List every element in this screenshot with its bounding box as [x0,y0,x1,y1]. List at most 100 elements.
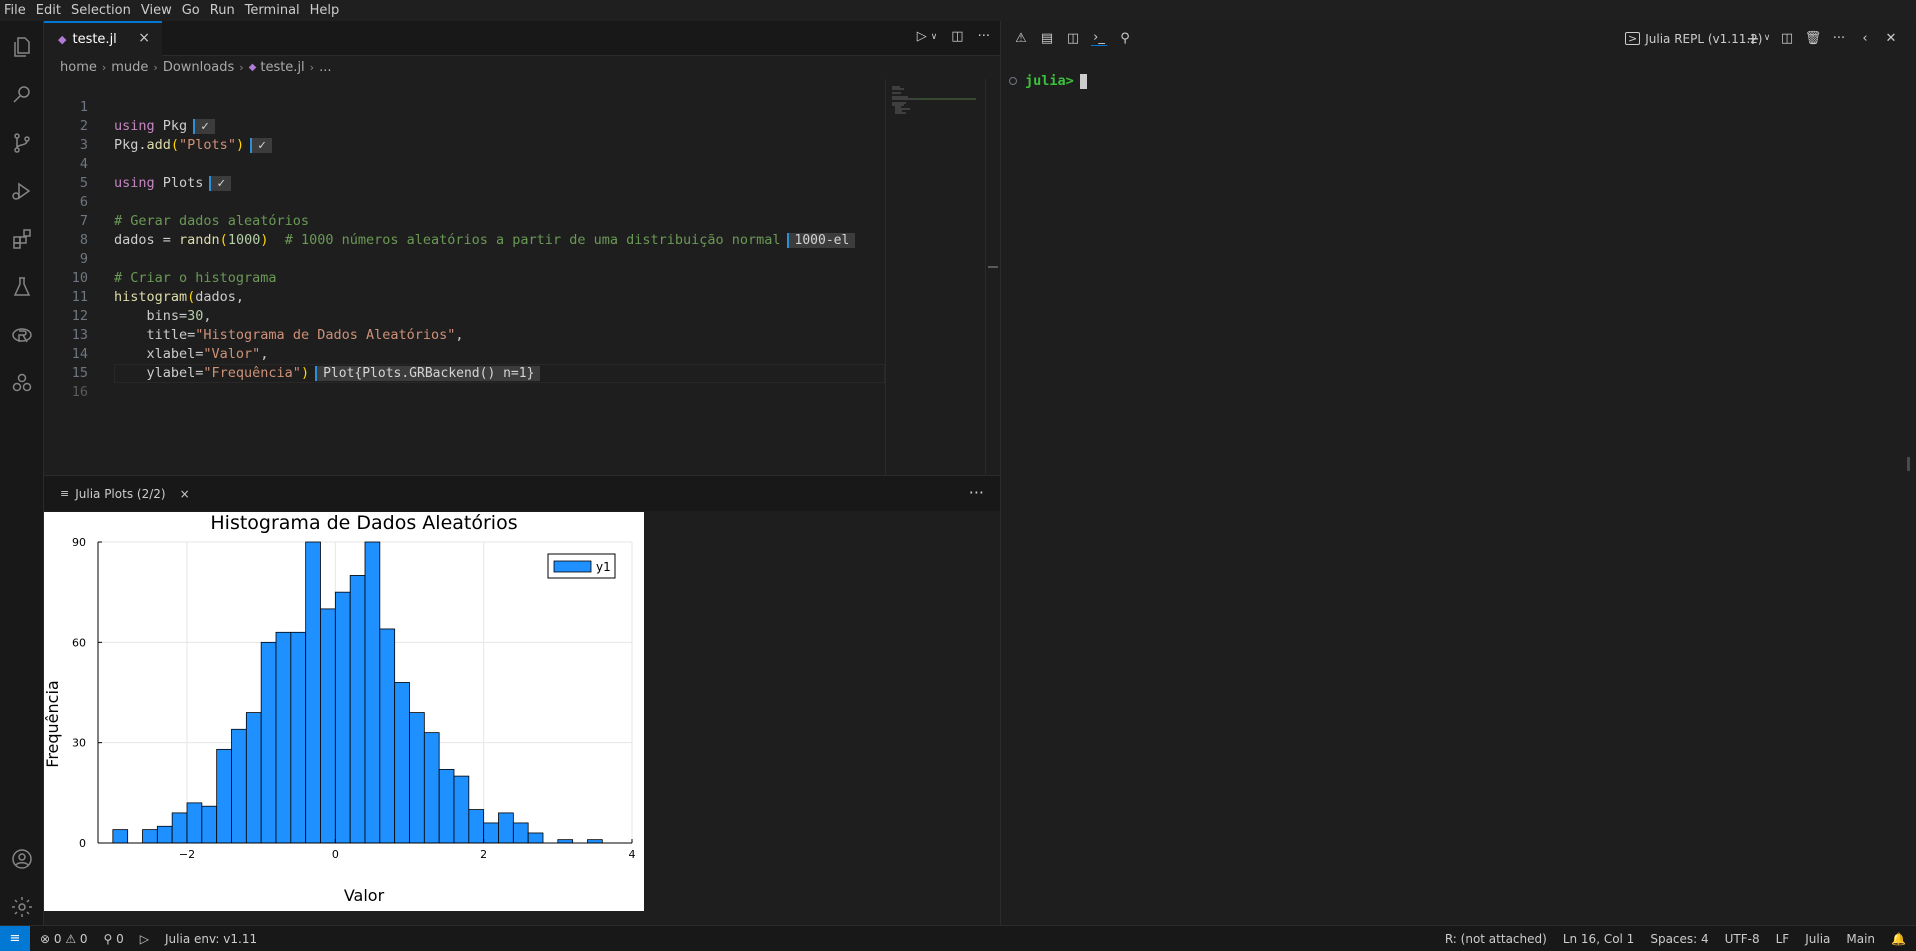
ports-status[interactable]: ⚲ 0 [104,932,124,946]
account-icon[interactable] [8,845,36,873]
source-control-icon[interactable] [8,129,36,157]
menu-terminal[interactable]: Terminal [241,0,306,21]
chart-title: Histograma de Dados Aleatórios [210,512,517,534]
minimap[interactable] [885,79,985,475]
histogram-bar [587,839,603,844]
run-file-icon[interactable]: ▷ [917,29,927,44]
chevron-down-icon[interactable]: ∨ [1759,30,1775,46]
tab-julia-plots[interactable]: ≡ Julia Plots (2/2) × [44,476,192,511]
tab-close-button[interactable]: × [180,487,190,501]
language-mode[interactable]: Julia [1805,932,1830,946]
breadcrumb-file[interactable]: teste.jl [260,60,304,75]
histogram-bar [423,732,440,844]
histogram-bar [245,712,262,844]
split-terminal-icon[interactable]: ◫ [1779,30,1795,46]
chevron-down-icon[interactable]: ∨ [931,32,938,44]
cursor-position[interactable]: Ln 16, Col 1 [1563,932,1635,946]
menu-help[interactable]: Help [306,0,346,21]
editor-tab-strip: ◆ teste.jl × ▷ ∨ ◫ ··· [44,21,1000,56]
code-line: 6 # Gerar dados aleatórios [44,174,885,229]
branch-status[interactable]: Main [1846,932,1875,946]
panel-scroll-indicator[interactable] [1907,457,1910,471]
menu-selection[interactable]: Selection [67,0,137,21]
split-editor-icon[interactable]: ◫ [951,29,963,44]
indentation-status[interactable]: Spaces: 4 [1650,932,1708,946]
more-actions-icon[interactable]: ··· [978,29,990,44]
code-line: 15 [44,345,885,381]
output-icon[interactable]: ▤ [1039,30,1055,46]
code-line: 7 dados = randn(1000) # 1000 números ale… [44,193,885,248]
debug-console-icon[interactable]: ◫ [1065,30,1081,46]
search-icon[interactable] [8,81,36,109]
remote-indicator-icon[interactable]: ≡ [0,925,30,951]
code-line: 11 bins=30, [44,269,885,324]
code-line: 2 Pkg.add("Plots") ✓ [44,98,885,153]
menu-bar: File Edit Selection View Go Run Terminal… [0,0,1916,21]
breadcrumb-home[interactable]: home [60,60,97,75]
breadcrumb-symbols[interactable]: ... [319,60,331,75]
menu-run[interactable]: Run [206,0,241,21]
tab-label: teste.jl [72,32,117,47]
y-axis-label: Frequência [44,680,62,767]
julia-env-status[interactable]: Julia env: v1.11 [165,932,257,946]
chevron-right-icon: › [101,60,107,74]
breadcrumb-downloads[interactable]: Downloads [163,60,234,75]
r-language-icon[interactable] [8,321,36,349]
close-icon[interactable]: ✕ [1883,30,1899,46]
julia-file-icon: ◆ [58,33,67,46]
chevron-right-icon: › [309,60,315,74]
legend-swatch [553,560,592,573]
histogram-bar [216,748,232,844]
code-editor[interactable]: 1 using Pkg ✓ 2 Pkg.add("Plots") ✓ 3 4 usi… [44,79,885,475]
testing-icon[interactable] [8,273,36,301]
julia-icon[interactable] [8,369,36,397]
settings-gear-icon[interactable] [8,893,36,921]
eol-status[interactable]: LF [1776,932,1790,946]
histogram-bar [156,825,173,844]
editor-actions: ▷ ∨ ◫ ··· [917,29,990,44]
extensions-icon[interactable] [8,225,36,253]
code-line: 8 [44,212,885,248]
chevron-right-icon: › [239,60,244,74]
histogram-bar [409,712,425,844]
ports-icon[interactable]: ⚲ [1117,30,1133,46]
problems-status[interactable]: ⊗ 0 ⚠ 0 [40,932,88,946]
histogram-bar [201,805,218,844]
prompt-circle-icon [1009,77,1017,85]
trash-icon[interactable]: 🗑 [1805,30,1822,46]
histogram-bar [438,769,455,844]
explorer-icon[interactable] [8,33,36,61]
more-actions-icon[interactable]: ··· [1831,30,1847,46]
y-tick-label: 90 [72,536,86,549]
terminal-title[interactable]: > Julia REPL (v1.11.2) [1625,21,1763,56]
terminal-icon[interactable]: ›_ [1091,30,1107,46]
line-number: 16 [71,384,88,400]
code-line: 5 [44,155,885,191]
x-tick-label: 4 [629,848,636,861]
menu-edit[interactable]: Edit [32,0,67,21]
breadcrumb-mude[interactable]: mude [111,60,148,75]
bell-icon[interactable]: 🔔 [1891,932,1906,946]
r-status[interactable]: R: (not attached) [1445,932,1547,946]
run-debug-icon[interactable] [8,177,36,205]
lines-icon: ≡ [60,487,70,500]
current-line-highlight [114,364,885,383]
chevron-left-icon[interactable]: ‹ [1857,30,1873,46]
more-actions-icon[interactable]: ··· [969,483,984,502]
editor-scrollbar[interactable] [985,79,1000,475]
histogram-bar [320,608,336,844]
warning-icon[interactable]: ⚠ [1013,30,1029,46]
code-line: 14 ylabel="Frequência") Plot{Plots.GRBack… [44,326,885,381]
menu-view[interactable]: View [137,0,178,21]
terminal-output[interactable]: julia> [1009,73,1087,89]
tab-teste-jl[interactable]: ◆ teste.jl × [44,21,162,56]
menu-file[interactable]: File [0,0,32,21]
julia-repl-icon[interactable]: ▷ [140,932,149,946]
menu-go[interactable]: Go [178,0,206,21]
plot-pane: ≡ Julia Plots (2/2) × ··· Histograma de … [43,475,1000,925]
histogram-bar [231,728,247,844]
tab-close-button[interactable]: × [138,30,150,46]
encoding-status[interactable]: UTF-8 [1725,932,1760,946]
code-line: 12 title="Histograma de Dados Aleatórios… [44,288,885,343]
repl-prompt: julia> [1025,73,1074,89]
